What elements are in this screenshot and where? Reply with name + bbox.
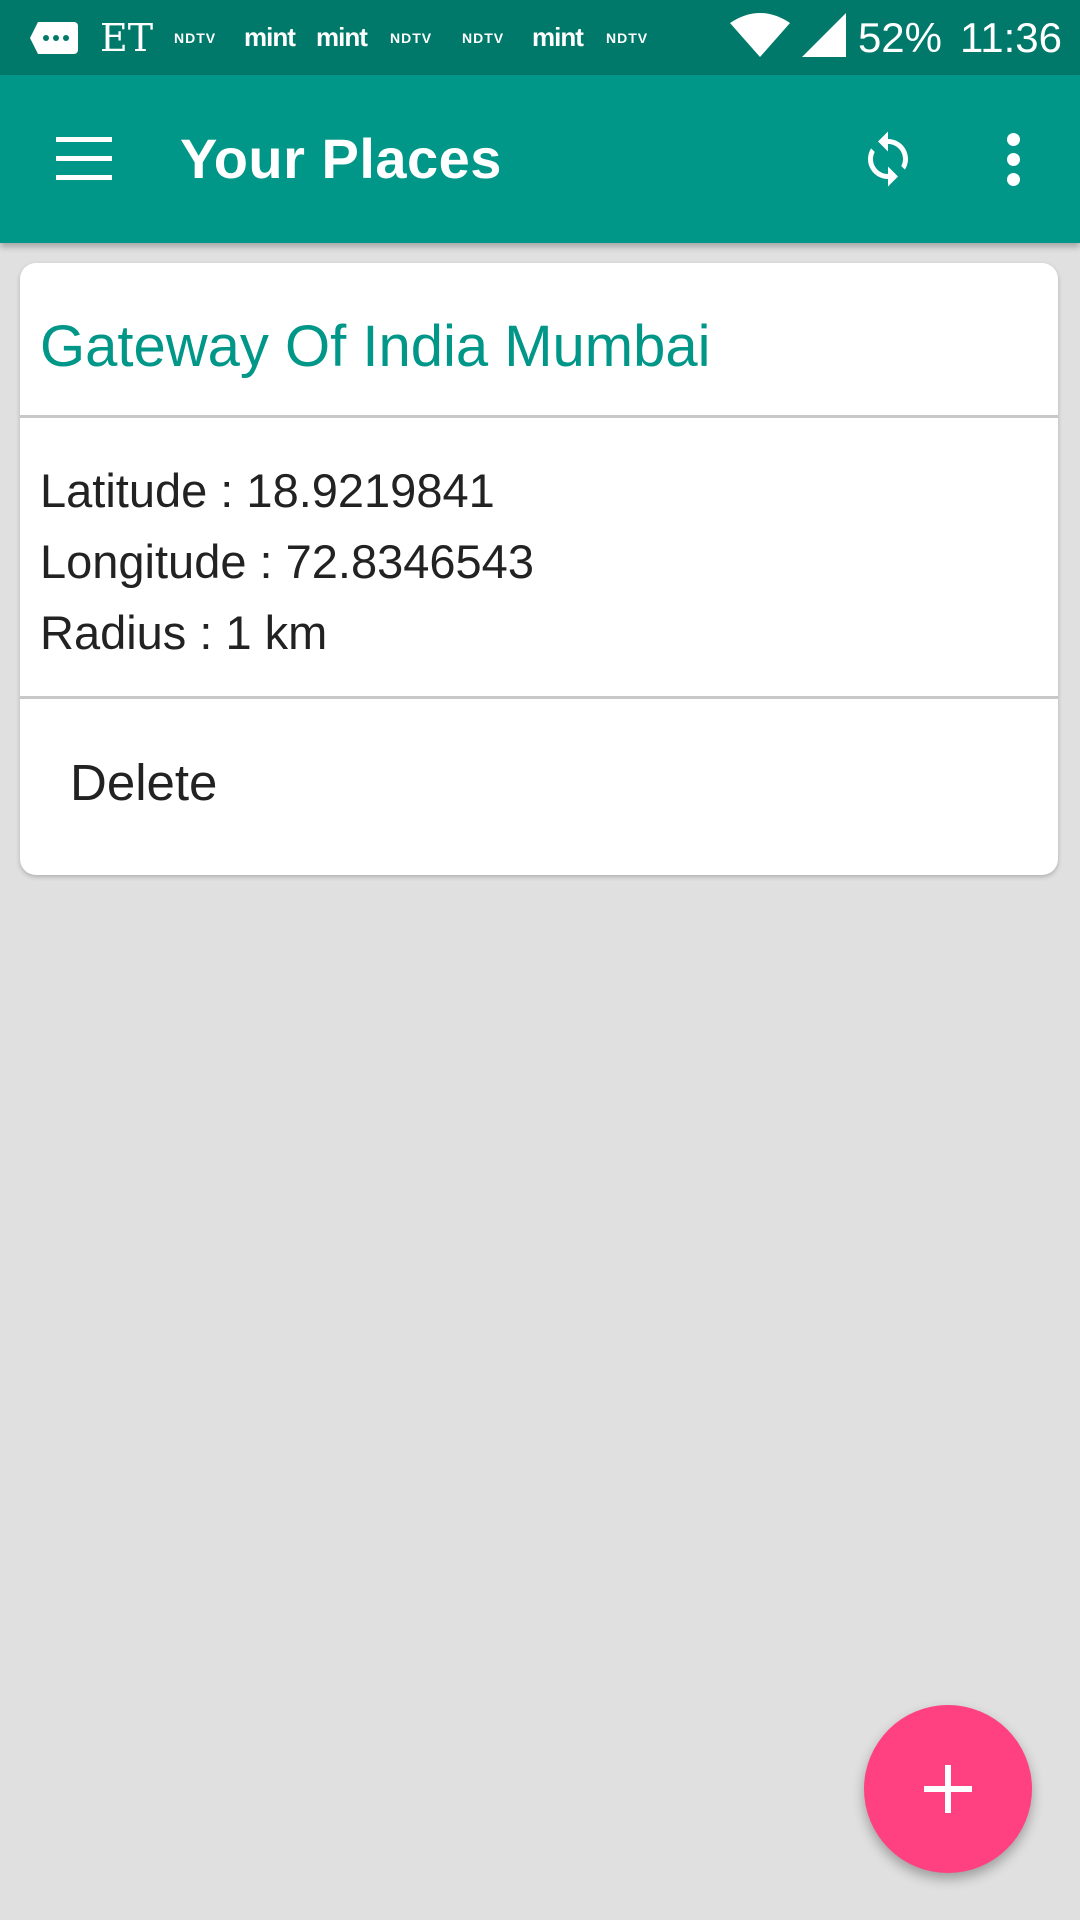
clock: 11:36 (960, 13, 1062, 61)
mint-notification-icon: mint (316, 22, 368, 52)
signal-icon (801, 13, 846, 62)
radius-text: Radius : 1 km (40, 606, 328, 659)
app-bar: Your Places (0, 75, 1080, 243)
divider (20, 696, 1058, 699)
place-details: Latitude : 18.9219841 Longitude : 72.834… (40, 455, 534, 668)
page-title: Your Places (180, 127, 502, 190)
latitude-text: Latitude : 18.9219841 (40, 464, 495, 517)
et-notification-icon: ET (100, 15, 154, 60)
refresh-icon[interactable] (858, 129, 918, 189)
wifi-icon (729, 13, 790, 62)
more-vert-icon[interactable] (990, 127, 1038, 191)
divider (20, 415, 1058, 418)
ndtv-notification-icon: NDTV (462, 29, 505, 46)
battery-percentage: 52% (857, 13, 942, 61)
add-place-button[interactable] (864, 1705, 1032, 1873)
menu-icon[interactable] (56, 137, 112, 181)
ndtv-notification-icon: NDTV (606, 29, 649, 46)
ndtv-notification-icon: NDTV (174, 29, 217, 46)
place-card: Gateway Of India Mumbai Latitude : 18.92… (20, 263, 1058, 875)
message-icon (28, 0, 80, 75)
place-title: Gateway Of India Mumbai (40, 314, 711, 379)
delete-button[interactable]: Delete (70, 753, 217, 812)
ndtv-notification-icon: NDTV (390, 29, 433, 46)
status-bar: ET NDTV mint mint NDTV NDTV mint NDTV 52… (0, 0, 1080, 75)
longitude-text: Longitude : 72.8346543 (40, 535, 534, 588)
mint-notification-icon: mint (532, 22, 584, 52)
mint-notification-icon: mint (244, 22, 296, 52)
